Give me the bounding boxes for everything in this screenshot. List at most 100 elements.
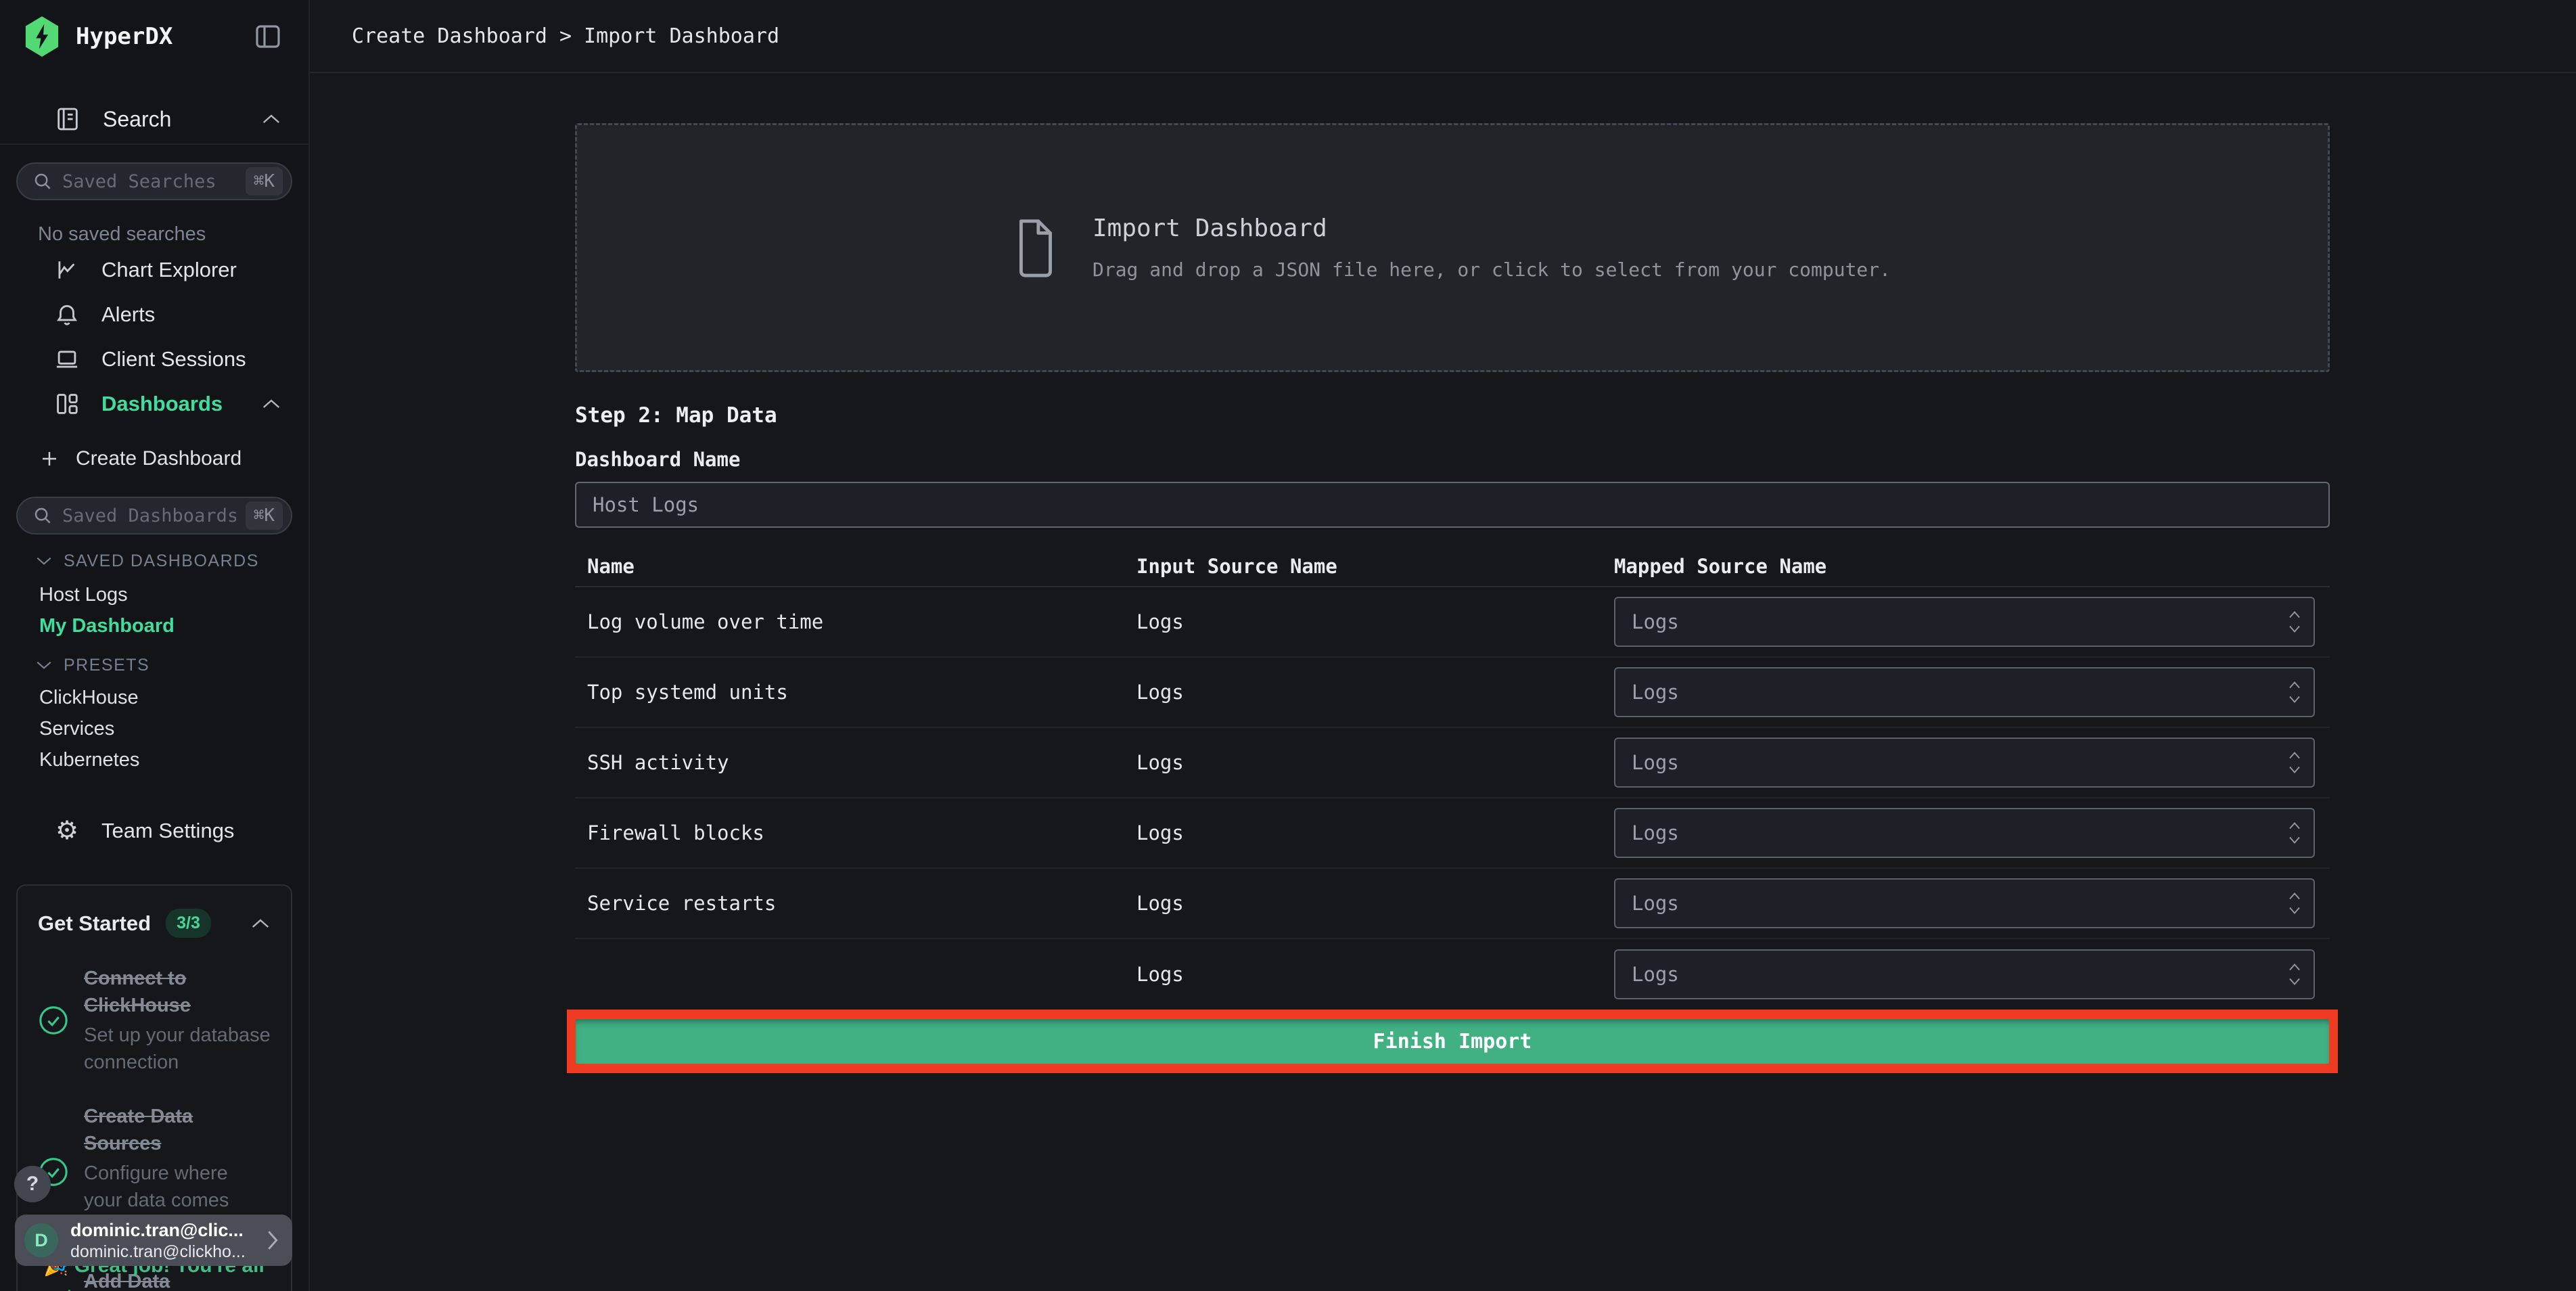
select-carets-icon xyxy=(2288,892,2301,915)
finish-import-button[interactable]: Finish Import xyxy=(576,1019,2329,1064)
select-carets-icon xyxy=(2288,751,2301,774)
dropzone-subtitle: Drag and drop a JSON file here, or click… xyxy=(1092,258,1891,281)
header-name: Name xyxy=(587,555,635,578)
sidebar-item-search[interactable]: Search xyxy=(0,99,308,139)
mapped-source-select[interactable]: Logs xyxy=(1614,878,2315,928)
row-input-source: Logs xyxy=(1136,963,1184,986)
saved-searches-searchbox[interactable]: ⌘K xyxy=(16,162,292,200)
sidebar-item-clickhouse[interactable]: ClickHouse xyxy=(0,682,308,713)
breadcrumb-create-dashboard[interactable]: Create Dashboard xyxy=(352,24,547,48)
chevron-up-icon xyxy=(261,397,281,411)
saved-dashboards-list: Host Logs My Dashboard xyxy=(0,579,308,641)
breadcrumb: Create Dashboard > Import Dashboard xyxy=(310,0,2576,73)
step-title: Create Data Sources xyxy=(84,1106,193,1154)
table-row: Service restarts Logs Logs xyxy=(575,869,2330,939)
chevron-right-icon xyxy=(265,1229,280,1252)
get-started-title: Get Started xyxy=(38,911,152,935)
step-title: Connect to ClickHouse xyxy=(84,968,191,1016)
annotation-highlight-box: Finish Import xyxy=(567,1010,2338,1073)
row-input-source: Logs xyxy=(1136,681,1184,704)
laptop-icon xyxy=(54,346,80,372)
app-title: HyperDX xyxy=(76,23,173,50)
sidebar-item-dashboards[interactable]: Dashboards xyxy=(0,382,308,426)
table-row: Top systemd units Logs Logs xyxy=(575,658,2330,728)
table-row: SSH activity Logs Logs xyxy=(575,728,2330,798)
sidebar-item-my-dashboard[interactable]: My Dashboard xyxy=(0,610,308,641)
shortcut-badge: ⌘K xyxy=(245,167,283,196)
dropzone-title: Import Dashboard xyxy=(1092,214,1327,242)
sidebar-item-kubernetes[interactable]: Kubernetes xyxy=(0,744,308,775)
sidebar-nav: Chart Explorer Alerts Client Sessions Da… xyxy=(0,248,308,426)
mapped-source-select[interactable]: Logs xyxy=(1614,949,2315,999)
sidebar-item-team-settings[interactable]: ⚙ Team Settings xyxy=(0,809,308,853)
row-name: Top systemd units xyxy=(587,681,788,704)
mapped-source-select[interactable]: Logs xyxy=(1614,808,2315,858)
search-section-label: Search xyxy=(103,106,172,131)
row-input-source: Logs xyxy=(1136,610,1184,633)
dashboard-name-label: Dashboard Name xyxy=(575,448,741,471)
table-header-row: Name Input Source Name Mapped Source Nam… xyxy=(575,555,2330,587)
mapped-source-select[interactable]: Logs xyxy=(1614,667,2315,717)
saved-searches-input[interactable] xyxy=(62,171,236,192)
saved-dashboards-group-header[interactable]: SAVED DASHBOARDS xyxy=(35,551,308,570)
main-area: Create Dashboard > Import Dashboard Impo… xyxy=(310,0,2576,1291)
table-row: Logs Logs xyxy=(575,939,2330,1010)
user-profile-chip[interactable]: D dominic.tran@clic... dominic.tran@clic… xyxy=(15,1215,292,1266)
avatar: D xyxy=(24,1223,58,1257)
row-input-source: Logs xyxy=(1136,892,1184,915)
saved-dashboards-searchbox[interactable]: ⌘K xyxy=(16,497,292,535)
create-dashboard-button[interactable]: Create Dashboard xyxy=(0,438,308,479)
table-row: Firewall blocks Logs Logs xyxy=(575,798,2330,869)
plus-icon xyxy=(39,449,60,469)
hyperdx-logo-icon xyxy=(23,16,61,58)
sidebar-item-alerts[interactable]: Alerts xyxy=(0,292,308,337)
select-carets-icon xyxy=(2288,821,2301,844)
breadcrumb-separator: > xyxy=(559,24,572,48)
dashboard-name-input[interactable] xyxy=(575,482,2330,528)
group-header-label: PRESETS xyxy=(64,655,150,675)
mapped-source-select[interactable]: Logs xyxy=(1614,738,2315,788)
chevron-down-icon xyxy=(35,660,53,671)
get-started-step[interactable]: Connect to ClickHouse Set up your databa… xyxy=(38,965,271,1076)
search-icon xyxy=(32,505,53,526)
file-icon xyxy=(1014,216,1057,279)
sidebar-item-chart-explorer[interactable]: Chart Explorer xyxy=(0,248,308,292)
get-started-header[interactable]: Get Started 3/3 xyxy=(38,909,271,938)
nav-label: Dashboards xyxy=(101,392,223,415)
user-email: dominic.tran@clickho... xyxy=(70,1242,246,1261)
app-root: HyperDX Search Saved Searches ⌘K No save… xyxy=(0,0,2576,1291)
step-subtitle: Set up your database connection xyxy=(84,1024,271,1073)
shortcut-badge: ⌘K xyxy=(245,501,283,530)
table-row: Log volume over time Logs Logs xyxy=(575,587,2330,658)
sidebar-item-services[interactable]: Services xyxy=(0,713,308,744)
presets-list: ClickHouse Services Kubernetes xyxy=(0,682,308,775)
nav-label: Client Sessions xyxy=(101,347,246,371)
saved-dashboards-input[interactable] xyxy=(62,505,236,526)
presets-group-header[interactable]: PRESETS xyxy=(35,655,308,675)
get-started-progress-badge: 3/3 xyxy=(166,909,211,938)
row-name: Service restarts xyxy=(587,892,777,915)
dashboards-icon xyxy=(54,391,80,417)
chart-icon xyxy=(54,257,80,283)
search-icon xyxy=(32,171,53,191)
header-input-source: Input Source Name xyxy=(1136,555,1337,578)
bell-icon xyxy=(54,302,80,327)
sidebar: HyperDX Search Saved Searches ⌘K No save… xyxy=(0,0,310,1291)
selected-value: Logs xyxy=(1632,751,1679,774)
row-input-source: Logs xyxy=(1136,751,1184,774)
help-button[interactable]: ? xyxy=(14,1166,51,1202)
team-settings-label: Team Settings xyxy=(101,819,235,842)
collapse-sidebar-icon[interactable] xyxy=(252,19,284,54)
sidebar-item-client-sessions[interactable]: Client Sessions xyxy=(0,337,308,382)
no-saved-searches-text: No saved searches xyxy=(38,223,206,245)
group-header-label: SAVED DASHBOARDS xyxy=(64,551,259,570)
selected-value: Logs xyxy=(1632,610,1679,633)
check-circle-icon xyxy=(38,1005,69,1036)
import-dropzone[interactable]: Import Dashboard Drag and drop a JSON fi… xyxy=(575,123,2330,372)
mapped-source-select[interactable]: Logs xyxy=(1614,597,2315,647)
selected-value: Logs xyxy=(1632,821,1679,844)
selected-value: Logs xyxy=(1632,892,1679,915)
user-name: dominic.tran@clic... xyxy=(70,1220,244,1240)
chevron-up-icon xyxy=(250,917,271,930)
sidebar-item-host-logs[interactable]: Host Logs xyxy=(0,579,308,610)
